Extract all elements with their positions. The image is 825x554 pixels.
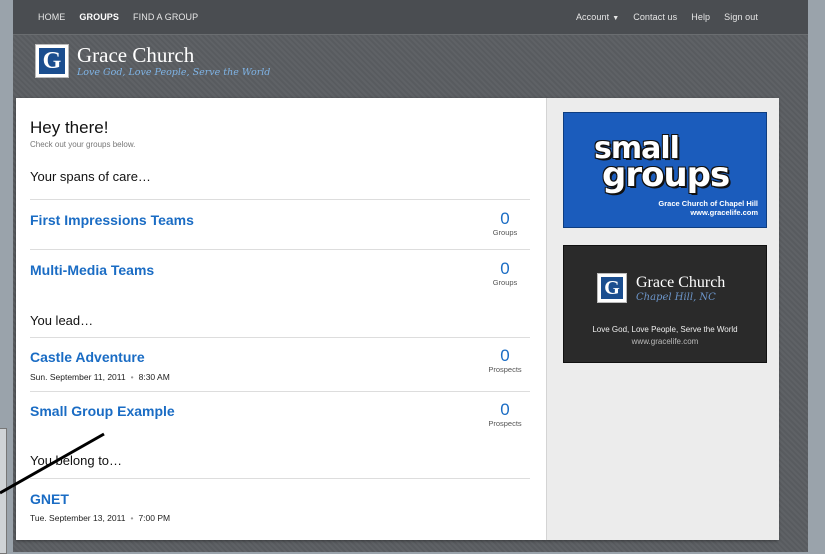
count-label: Groups: [492, 228, 518, 237]
group-count: 0 Groups: [480, 259, 530, 288]
count-label: Prospects: [488, 419, 522, 428]
account-label: Account: [575, 12, 610, 22]
banner-church-name: Grace Church of Chapel Hill: [658, 199, 758, 208]
group-link-small-group-example[interactable]: Small Group Example: [30, 403, 175, 419]
count-value: 0: [500, 400, 510, 419]
section-you-lead: You lead…: [30, 313, 94, 328]
nav-find-a-group[interactable]: FIND A GROUP: [133, 12, 198, 22]
top-nav: HOME GROUPS FIND A GROUP Account ▼ Contac…: [13, 0, 808, 35]
group-link-multi-media[interactable]: Multi-Media Teams: [30, 262, 154, 278]
divider: [30, 337, 530, 338]
banner-url: www.gracelife.com: [631, 337, 699, 346]
banner-tagline: Love God, Love People, Serve the World: [592, 325, 738, 334]
meeting-day: Sun. September 11, 2011: [30, 372, 126, 382]
page-subtitle: Check out your groups below.: [30, 140, 136, 149]
site-tagline: Love God, Love People, Serve the World: [77, 67, 271, 78]
prospect-count: 0 Prospects: [480, 346, 530, 375]
logo-letter: G: [601, 277, 623, 299]
section-spans-of-care: Your spans of care…: [30, 169, 151, 184]
primary-nav: HOME GROUPS FIND A GROUP: [38, 12, 198, 22]
divider: [30, 478, 530, 479]
group-link-castle-adventure[interactable]: Castle Adventure: [30, 349, 145, 365]
nav-home[interactable]: HOME: [38, 12, 65, 22]
banner-footer: Grace Church of Chapel Hill www.gracelif…: [658, 199, 758, 217]
group-count: 0 Groups: [480, 209, 530, 238]
group-link-gnet[interactable]: GNET: [30, 491, 69, 507]
group-link-first-impressions[interactable]: First Impressions Teams: [30, 212, 194, 228]
section-you-belong-to: You belong to…: [30, 453, 123, 468]
meeting-time: Tue. September 13, 2011 • 7:00 PM: [30, 513, 170, 523]
nav-contact-us[interactable]: Contact us: [633, 12, 677, 22]
nav-groups[interactable]: GROUPS: [79, 12, 119, 22]
page-title: Hey there!: [30, 118, 109, 137]
count-value: 0: [500, 209, 510, 228]
meeting-hour: 7:00 PM: [138, 513, 171, 523]
account-menu[interactable]: Account ▼: [576, 12, 619, 22]
bullet-separator: •: [130, 513, 134, 523]
chevron-down-icon: ▼: [612, 15, 620, 22]
grace-church-banner[interactable]: G Grace Church Chapel Hill, NC Love God,…: [563, 245, 767, 363]
church-logo: G: [597, 273, 627, 303]
logo-letter: G: [39, 48, 65, 74]
site-title: Grace Church: [77, 43, 195, 67]
count-value: 0: [500, 346, 510, 365]
meeting-hour: 8:30 AM: [138, 372, 170, 382]
banner-location: Chapel Hill, NC: [636, 292, 716, 303]
meeting-day: Tue. September 13, 2011: [30, 513, 126, 523]
bullet-separator: •: [130, 372, 134, 382]
prospect-count: 0 Prospects: [480, 400, 530, 429]
meeting-time: Sun. September 11, 2011 • 8:30 AM: [30, 372, 170, 382]
church-logo: G: [35, 44, 69, 78]
divider: [30, 391, 530, 392]
brand[interactable]: G Grace Church Love God, Love People, Se…: [35, 44, 270, 78]
account-nav: Account ▼ Contact us Help Sign out: [576, 12, 758, 22]
small-groups-banner[interactable]: small groups Grace Church of Chapel Hill…: [563, 112, 767, 228]
divider: [30, 199, 530, 200]
count-label: Groups: [492, 278, 518, 287]
banner-word-groups: groups: [602, 155, 730, 195]
nav-help[interactable]: Help: [691, 12, 710, 22]
count-label: Prospects: [488, 365, 522, 374]
nav-sign-out[interactable]: Sign out: [724, 12, 758, 22]
annotation-box: [0, 428, 7, 554]
banner-title: Grace Church: [636, 274, 726, 291]
count-value: 0: [500, 259, 510, 278]
banner-url: www.gracelife.com: [690, 208, 758, 217]
divider: [30, 249, 530, 250]
